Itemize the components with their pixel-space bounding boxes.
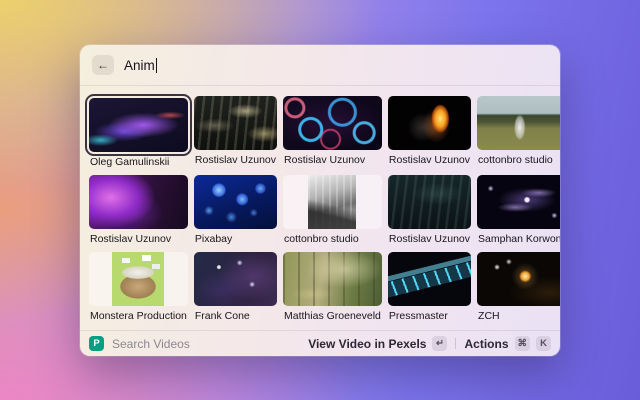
video-thumbnail[interactable] <box>194 252 277 306</box>
video-result[interactable]: Rostislav Uzunov <box>194 96 277 168</box>
video-thumbnail[interactable] <box>194 175 277 229</box>
video-result[interactable]: Matthias Groeneveld <box>283 252 382 322</box>
video-result[interactable]: Oleg Gamulinskii <box>89 98 188 168</box>
author-label: Rostislav Uzunov <box>194 154 277 166</box>
video-thumbnail[interactable] <box>89 252 188 306</box>
k-key-icon: K <box>536 336 551 351</box>
author-label: Oleg Gamulinskii <box>89 156 188 168</box>
video-result[interactable]: Rostislav Uzunov <box>89 175 188 245</box>
thumbnail-image <box>477 175 560 229</box>
search-query: Anim <box>124 58 155 73</box>
video-thumbnail[interactable] <box>89 98 188 152</box>
video-thumbnail[interactable] <box>388 252 471 306</box>
launcher-window: ← Anim Oleg Gamulinskii Rostislav Uzunov R… <box>80 45 560 356</box>
video-result[interactable]: Rostislav Uzunov <box>388 96 471 168</box>
video-result[interactable]: Samphan Korwong <box>477 175 560 245</box>
video-results-grid: Oleg Gamulinskii Rostislav Uzunov Rostisla… <box>80 86 560 330</box>
primary-action-button[interactable]: View Video in Pexels <box>308 337 426 351</box>
video-result[interactable]: Frank Cone <box>194 252 277 322</box>
author-label: Matthias Groeneveld <box>283 310 382 322</box>
author-label: Rostislav Uzunov <box>388 233 471 245</box>
thumbnail-image <box>388 252 471 306</box>
video-result[interactable]: Monstera Production <box>89 252 188 322</box>
divider <box>455 338 456 349</box>
author-label: Pressmaster <box>388 310 471 322</box>
author-label: Rostislav Uzunov <box>283 154 382 166</box>
video-result[interactable]: Pressmaster <box>388 252 471 322</box>
video-thumbnail[interactable] <box>194 96 277 150</box>
video-thumbnail[interactable] <box>477 175 560 229</box>
thumbnail-image <box>194 252 277 306</box>
thumbnail-image <box>477 252 560 306</box>
video-result[interactable]: Pixabay <box>194 175 277 245</box>
video-thumbnail[interactable] <box>89 175 188 229</box>
video-thumbnail[interactable] <box>283 175 382 229</box>
video-result[interactable]: cottonbro studio <box>283 175 382 245</box>
thumbnail-image <box>112 252 164 306</box>
action-bar: P Search Videos View Video in Pexels ↵ A… <box>80 331 560 356</box>
video-thumbnail[interactable] <box>477 252 560 306</box>
thumbnail-image <box>194 175 277 229</box>
author-label: ZCH <box>477 310 560 322</box>
thumbnail-image <box>388 175 471 229</box>
video-result[interactable]: Rostislav Uzunov <box>283 96 382 168</box>
author-label: Pixabay <box>194 233 277 245</box>
author-label: Rostislav Uzunov <box>89 233 188 245</box>
command-key-icon: ⌘ <box>515 336 531 351</box>
author-label: cottonbro studio <box>477 154 560 166</box>
text-cursor <box>156 58 158 73</box>
actions-menu-button[interactable]: Actions <box>464 337 508 351</box>
thumbnail-image <box>283 96 382 150</box>
video-thumbnail[interactable] <box>388 96 471 150</box>
thumbnail-image <box>477 96 560 150</box>
pexels-icon: P <box>89 336 104 351</box>
author-label: Samphan Korwong <box>477 233 560 245</box>
thumbnail-image <box>308 175 356 229</box>
video-thumbnail[interactable] <box>283 252 382 306</box>
author-label: Frank Cone <box>194 310 277 322</box>
thumbnail-image <box>388 96 471 150</box>
thumbnail-image <box>89 175 188 229</box>
video-thumbnail[interactable] <box>388 175 471 229</box>
search-input[interactable]: Anim <box>124 58 157 73</box>
back-button[interactable]: ← <box>92 55 114 75</box>
video-thumbnail[interactable] <box>283 96 382 150</box>
thumbnail-image <box>194 96 277 150</box>
author-label: Rostislav Uzunov <box>388 154 471 166</box>
author-label: Monstera Production <box>89 310 188 322</box>
command-name: Search Videos <box>112 337 190 351</box>
author-label: cottonbro studio <box>283 233 382 245</box>
video-result[interactable]: Rostislav Uzunov <box>388 175 471 245</box>
video-result[interactable]: cottonbro studio <box>477 96 560 168</box>
video-result[interactable]: ZCH <box>477 252 560 322</box>
thumbnail-image <box>283 252 382 306</box>
thumbnail-image <box>89 98 188 152</box>
video-thumbnail[interactable] <box>477 96 560 150</box>
arrow-left-icon: ← <box>97 58 109 72</box>
enter-key-icon: ↵ <box>432 336 447 351</box>
search-bar: ← Anim <box>80 45 560 85</box>
